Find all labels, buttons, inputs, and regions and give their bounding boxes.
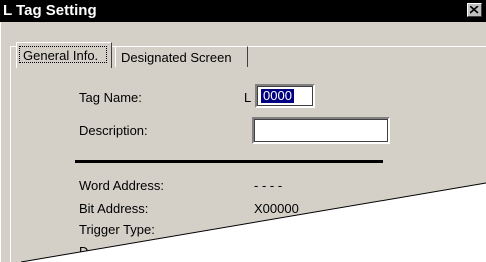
separator-line	[75, 160, 383, 163]
l-tag-setting-dialog: L Tag Setting Designated Screen General …	[0, 0, 486, 262]
tag-name-label: Tag Name:	[79, 90, 142, 105]
description-field[interactable]	[252, 117, 390, 144]
tag-name-value: 0000	[261, 88, 294, 103]
tab-general-info[interactable]: General Info.	[16, 42, 112, 68]
trigger-type-label: Trigger Type:	[79, 222, 155, 237]
bit-address-label: Bit Address:	[79, 201, 149, 216]
close-button[interactable]	[467, 3, 482, 17]
bit-address-value: X00000	[254, 201, 299, 216]
description-label: Description:	[79, 123, 148, 138]
window-title: L Tag Setting	[3, 2, 97, 19]
title-bar[interactable]: L Tag Setting	[0, 0, 486, 22]
tag-prefix: L	[244, 90, 252, 105]
partial-label: D	[79, 244, 89, 252]
word-address-label: Word Address:	[79, 178, 165, 193]
word-address-value: - - - -	[254, 178, 283, 193]
tab-designated-screen[interactable]: Designated Screen	[115, 46, 248, 67]
tag-name-field[interactable]: 0000	[255, 84, 315, 108]
close-icon	[470, 6, 479, 14]
tab-focus-rect	[19, 46, 107, 63]
tab-designated-screen-label: Designated Screen	[121, 50, 232, 65]
